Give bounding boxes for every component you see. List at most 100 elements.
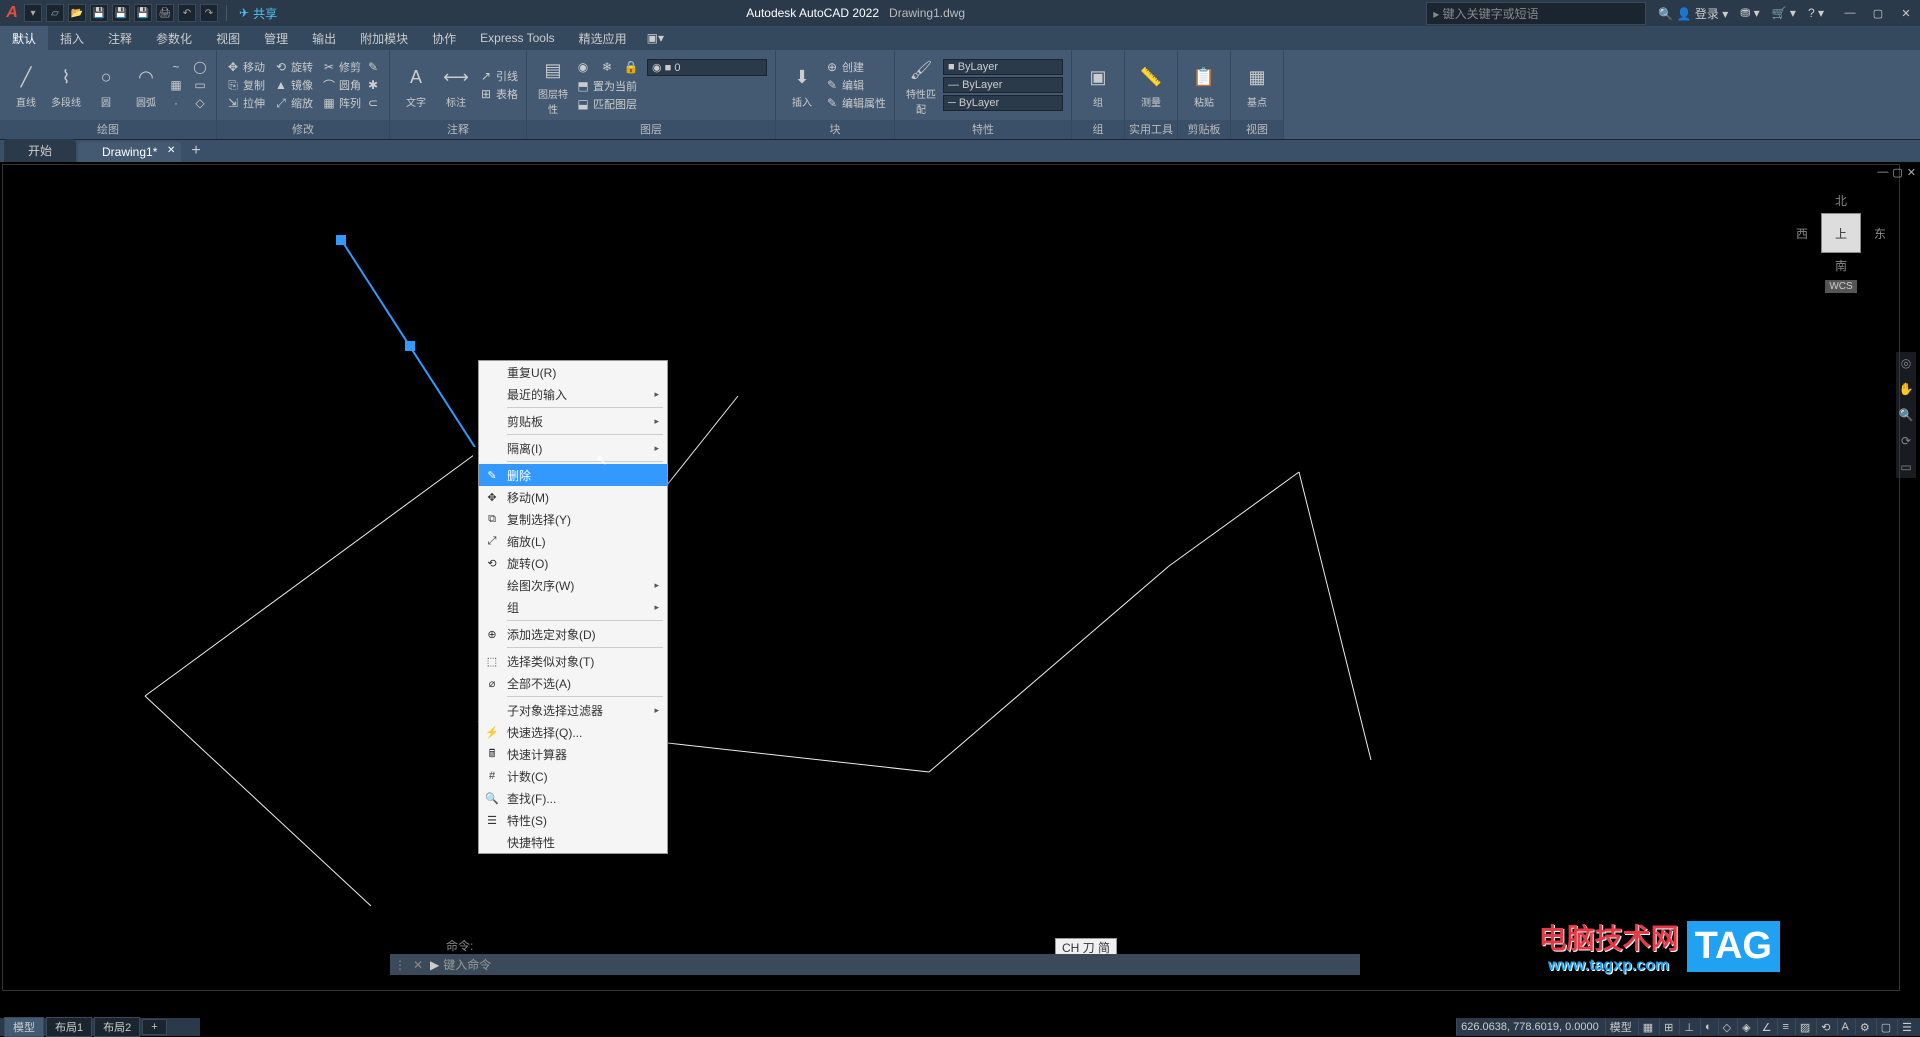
maximize-icon[interactable]: ▢ [1864,1,1892,25]
table-button[interactable]: ⊞表格 [478,86,518,102]
color-dropdown[interactable]: ■ ByLayer [943,59,1063,75]
tab-parametric[interactable]: 参数化 [144,26,204,51]
spline-icon[interactable]: ~ [168,59,184,75]
array-button[interactable]: ▦阵列 [321,95,361,111]
block-edit-button[interactable]: ✎编辑 [824,77,864,93]
status-model[interactable]: 模型 [1605,1019,1636,1035]
redo-icon[interactable]: ↷ [200,4,218,22]
polyline-button[interactable]: ⌇多段线 [48,62,84,109]
cm-delete[interactable]: ✎删除 [479,464,667,486]
tab-insert[interactable]: 插入 [48,26,96,51]
autodesk-app-icon[interactable]: ⛃ ▾ [1740,6,1759,20]
cmd-close-icon[interactable]: ✕ [410,958,426,972]
help-search-input[interactable]: ▸ 键入关键字或短语 [1426,2,1646,25]
stretch-button[interactable]: ⇲拉伸 [225,95,265,111]
login-button[interactable]: 🔍 👤 登录 ▾ [1658,5,1728,22]
status-cycle-icon[interactable]: ⟲ [1816,1019,1834,1035]
tab-express[interactable]: Express Tools [468,27,566,49]
status-3dosnap-icon[interactable]: ◈ [1737,1019,1754,1035]
layer-current-button[interactable]: ⬒置为当前 [575,78,637,94]
tab-annotate[interactable]: 注释 [96,26,144,51]
status-grid-icon[interactable]: ▦ [1638,1019,1657,1035]
status-lwt-icon[interactable]: ≡ [1777,1019,1792,1035]
command-line[interactable]: 命令: ⋮ ✕ ▶键入命令 [390,937,1360,975]
circle-button[interactable]: ○圆 [88,62,124,109]
cm-isolate[interactable]: 隔离(I)▸ [479,437,667,459]
viewcube[interactable]: 北 西 上 东 南 WCS [1796,192,1886,302]
saveas-icon[interactable]: 💾 [112,4,130,22]
cm-copy-selection[interactable]: ⧉复制选择(Y) [479,508,667,530]
navigation-bar[interactable]: ◎ ✋ 🔍 ⟳ ▭ [1896,352,1916,478]
status-otrack-icon[interactable]: ∠ [1757,1019,1776,1035]
hatch-icon[interactable]: ▦ [168,77,184,93]
cm-clipboard[interactable]: 剪贴板▸ [479,410,667,432]
tab-overflow-icon[interactable]: ▣▾ [647,31,664,45]
cm-properties[interactable]: ☰特性(S) [479,809,667,831]
erase-icon[interactable]: ✎ [365,59,381,75]
baseview-button[interactable]: ▦基点 [1239,62,1275,109]
drawing-canvas[interactable]: — ▢ ✕ Y X 重复U(R) 最近的输入▸ 剪贴板▸ 隔离(I [0,162,1920,993]
status-workspace-icon[interactable]: ⚙ [1855,1019,1874,1035]
file-tab-add-icon[interactable]: + [183,140,208,162]
block-editattr-button[interactable]: ✎编辑属性 [824,95,886,111]
explode-icon[interactable]: ✱ [365,77,381,93]
cm-quick-calc[interactable]: 🖩快速计算器 [479,743,667,765]
layer-dropdown[interactable]: ◉ ■ 0 [647,59,767,76]
trim-button[interactable]: ✂修剪 [321,59,361,75]
status-annotation-icon[interactable]: A [1837,1019,1853,1035]
cm-draworder[interactable]: 绘图次序(W)▸ [479,574,667,596]
arc-button[interactable]: ◠圆弧 [128,62,164,109]
insert-button[interactable]: ⬇插入 [784,62,820,109]
cm-subobj-filter[interactable]: 子对象选择过滤器▸ [479,699,667,721]
tab-featured[interactable]: 精选应用 [567,26,639,51]
rotate-button[interactable]: ⟲旋转 [273,59,313,75]
tab-addons[interactable]: 附加模块 [348,26,420,51]
save-icon[interactable]: 💾 [90,4,108,22]
layout-tab-1[interactable]: 布局1 [46,1017,92,1037]
dim-button[interactable]: ⟷标注 [438,62,474,109]
tab-close-icon[interactable]: ✕ [167,145,175,156]
cm-repeat[interactable]: 重复U(R) [479,361,667,383]
fillet-button[interactable]: ⌒圆角 [321,77,361,93]
linetype-dropdown[interactable]: ─ ByLayer [943,95,1063,111]
copy-button[interactable]: ⎘复制 [225,77,265,93]
share-button[interactable]: ✈ 共享 [239,5,277,22]
layerprops-button[interactable]: ▤图层特性 [535,54,571,116]
scale-button[interactable]: ⤢缩放 [273,95,313,111]
point-icon[interactable]: · [168,95,184,111]
cm-quick-properties[interactable]: 快捷特性 [479,831,667,853]
matchprop-button[interactable]: 🖌特性匹配 [903,54,939,116]
lineweight-dropdown[interactable]: — ByLayer [943,77,1063,93]
mirror-button[interactable]: ▲镜像 [273,77,313,93]
region-icon[interactable]: ◇ [192,95,208,111]
layout-tab-model[interactable]: 模型 [4,1017,44,1037]
nav-showmotion-icon[interactable]: ▭ [1900,460,1911,474]
ellipse-icon[interactable]: ◯ [192,59,208,75]
block-create-button[interactable]: ⊕创建 [824,59,864,75]
qat-menu-icon[interactable]: ▾ [24,4,42,22]
tab-view[interactable]: 视图 [204,26,252,51]
paste-button[interactable]: 📋粘贴 [1186,62,1222,109]
offset-icon[interactable]: ⊂ [365,95,381,111]
file-tab-start[interactable]: 开始 [4,139,76,162]
layout-tab-add[interactable]: + [142,1019,166,1035]
nav-wheel-icon[interactable]: ◎ [1901,356,1911,370]
cm-recent-input[interactable]: 最近的输入▸ [479,383,667,405]
open-icon[interactable]: 📂 [68,4,86,22]
status-ortho-icon[interactable]: ⊥ [1679,1019,1698,1035]
layer-match-button[interactable]: ⬓匹配图层 [575,96,637,112]
cart-icon[interactable]: 🛒 ▾ [1772,6,1796,20]
status-customize-icon[interactable]: ☰ [1897,1019,1916,1035]
status-polar-icon[interactable]: ◐ [1700,1019,1716,1035]
measure-button[interactable]: 📏测量 [1133,62,1169,109]
leader-button[interactable]: ↗引线 [478,68,518,84]
minimize-icon[interactable]: — [1836,1,1864,25]
nav-pan-icon[interactable]: ✋ [1899,382,1914,396]
tab-manage[interactable]: 管理 [252,26,300,51]
rect-icon[interactable]: ▭ [192,77,208,93]
cm-select-similar[interactable]: ⬚选择类似对象(T) [479,650,667,672]
status-osnap-icon[interactable]: ◇ [1718,1019,1735,1035]
tab-collab[interactable]: 协作 [420,26,468,51]
line-button[interactable]: ╱直线 [8,62,44,109]
cm-rotate[interactable]: ⟲旋转(O) [479,552,667,574]
